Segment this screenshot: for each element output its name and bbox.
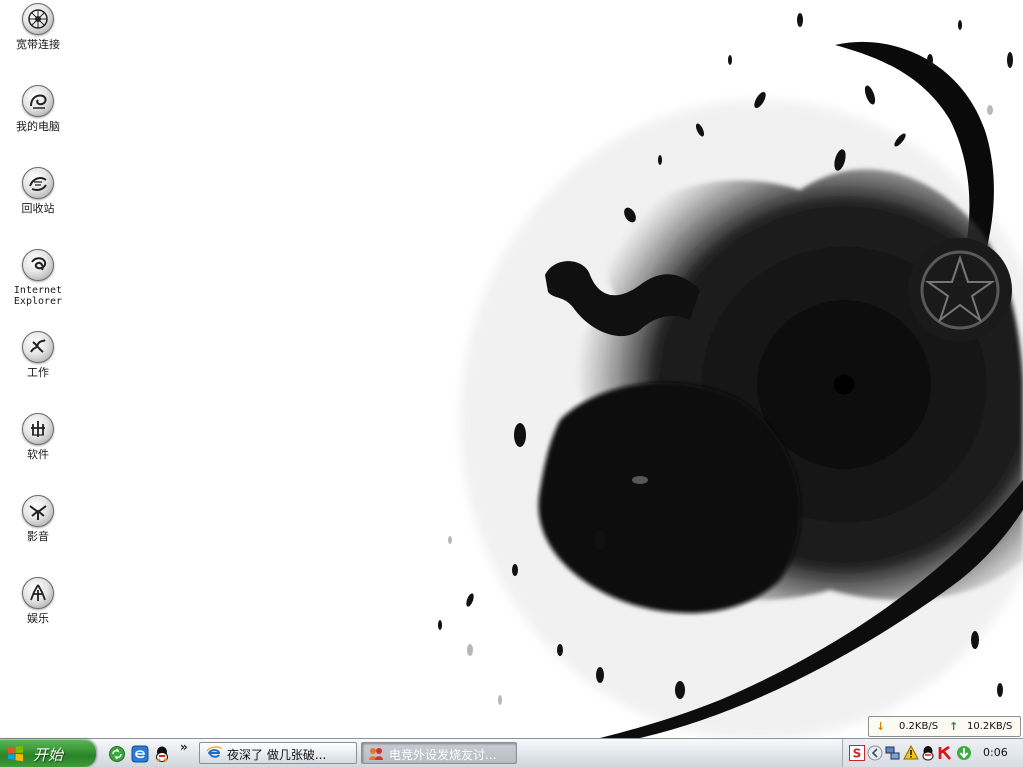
desktop-icon-entertainment[interactable]: 娱乐 xyxy=(0,577,76,625)
network-speed-meter[interactable]: ↓ 0.2KB/S ↑ 10.2KB/S xyxy=(868,716,1021,737)
upload-arrow-icon: ↑ xyxy=(949,720,959,733)
desktop-icon-label: 娱乐 xyxy=(27,612,49,625)
quicklaunch-more-chevron[interactable]: » xyxy=(180,740,188,754)
download-arrow-icon: ↓ xyxy=(876,720,886,733)
taskbar: 开始 » 夜深了 做几张破... 电竞外设发烧友讨... S 0:06 xyxy=(0,738,1023,767)
desktop-icon-media[interactable]: 影音 xyxy=(0,495,76,543)
desktop[interactable]: 宽带连接 我的电脑 回收站 Internet Explorer 工作 软件 影音… xyxy=(0,0,1023,738)
work-folder-icon xyxy=(22,331,54,363)
clock[interactable]: 0:06 xyxy=(983,746,1008,759)
desktop-icon-my-computer[interactable]: 我的电脑 xyxy=(0,85,76,133)
desktop-icon-internet-explorer[interactable]: Internet Explorer xyxy=(0,249,76,307)
forum-icon xyxy=(369,748,383,760)
ie-quicklaunch-icon[interactable] xyxy=(131,745,149,763)
wallpaper-ink-demon xyxy=(438,13,1023,738)
taskbar-button-label: 电竞外设发烧友讨... xyxy=(389,748,497,762)
broadband-connection-icon xyxy=(22,3,54,35)
svg-text:S: S xyxy=(853,747,862,761)
my-computer-icon xyxy=(22,85,54,117)
windows-flag-icon xyxy=(8,745,23,762)
sogou-input-icon[interactable]: S xyxy=(849,745,865,761)
desktop-icon-label: 我的电脑 xyxy=(16,120,60,133)
update-icon[interactable] xyxy=(956,745,972,761)
show-desktop-icon[interactable] xyxy=(108,745,126,763)
qq-quicklaunch-icon[interactable] xyxy=(153,745,171,763)
ie-icon xyxy=(206,746,222,758)
media-folder-icon xyxy=(22,495,54,527)
desktop-icon-label: 影音 xyxy=(27,530,49,543)
recycle-bin-icon xyxy=(22,167,54,199)
desktop-icon-label-line2: Explorer xyxy=(13,296,63,307)
download-speed: 0.2KB/S xyxy=(899,721,939,732)
security-icon[interactable] xyxy=(903,745,919,761)
taskbar-button-forum-window[interactable]: 电竞外设发烧友讨... xyxy=(361,742,517,764)
desktop-icon-work[interactable]: 工作 xyxy=(0,331,76,379)
desktop-icon-label: 回收站 xyxy=(21,202,55,215)
desktop-icon-label: 宽带连接 xyxy=(16,38,60,51)
taskbar-button-label: 夜深了 做几张破... xyxy=(227,748,327,762)
desktop-icon-broadband[interactable]: 宽带连接 xyxy=(0,3,76,51)
upload-speed: 10.2KB/S xyxy=(967,721,1013,732)
software-folder-icon xyxy=(22,413,54,445)
desktop-icon-label: 软件 xyxy=(27,448,49,461)
taskbar-button-ie-window[interactable]: 夜深了 做几张破... xyxy=(199,742,357,764)
entertainment-folder-icon xyxy=(22,577,54,609)
desktop-icon-label-line1: Internet xyxy=(13,285,63,296)
desktop-icon-label: 工作 xyxy=(27,366,49,379)
desktop-icon-software[interactable]: 软件 xyxy=(0,413,76,461)
desktop-icon-recycle-bin[interactable]: 回收站 xyxy=(0,167,76,215)
tray-expand-icon[interactable] xyxy=(867,745,883,761)
internet-explorer-icon xyxy=(22,249,54,281)
system-tray: S 0:06 xyxy=(842,739,1023,767)
qq-tray-icon[interactable] xyxy=(920,745,936,761)
start-label: 开始 xyxy=(33,746,64,764)
network-icon[interactable] xyxy=(885,745,901,761)
start-button[interactable]: 开始 xyxy=(0,739,96,767)
antivirus-k-icon[interactable] xyxy=(937,745,953,761)
